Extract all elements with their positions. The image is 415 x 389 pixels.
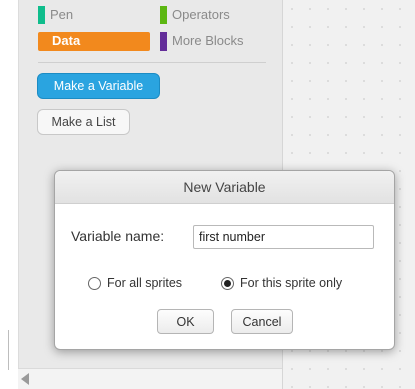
category-divider bbox=[38, 62, 266, 63]
left-gutter bbox=[0, 0, 18, 389]
category-data[interactable]: Data bbox=[38, 32, 150, 51]
cancel-button[interactable]: Cancel bbox=[231, 309, 293, 334]
horizontal-scrollbar[interactable] bbox=[18, 368, 282, 389]
variable-name-label: Variable name: bbox=[71, 228, 165, 244]
pen-swatch-icon bbox=[38, 6, 45, 24]
more-blocks-swatch-icon bbox=[160, 32, 167, 51]
category-pen[interactable]: Pen bbox=[38, 6, 138, 24]
make-variable-button[interactable]: Make a Variable bbox=[37, 73, 160, 99]
category-label: Data bbox=[52, 33, 81, 48]
category-label: Operators bbox=[172, 7, 230, 22]
radio-for-all-sprites-label: For all sprites bbox=[107, 276, 183, 290]
radio-for-this-sprite-only[interactable]: For this sprite only bbox=[221, 274, 342, 292]
category-label: Pen bbox=[50, 7, 74, 22]
radio-for-this-sprite-only-label: For this sprite only bbox=[240, 276, 343, 290]
dialog-title: New Variable bbox=[55, 171, 394, 204]
radio-for-all-sprites[interactable]: For all sprites bbox=[88, 274, 182, 292]
radio-unchecked-icon[interactable] bbox=[88, 276, 101, 290]
scroll-left-arrow-icon[interactable] bbox=[21, 373, 29, 385]
category-label: More Blocks bbox=[172, 33, 244, 48]
variable-name-input[interactable] bbox=[193, 225, 374, 249]
divider-line bbox=[8, 330, 9, 370]
new-variable-dialog: New Variable Variable name: For all spri… bbox=[54, 170, 395, 350]
ok-button[interactable]: OK bbox=[157, 309, 214, 334]
make-list-button[interactable]: Make a List bbox=[37, 109, 130, 135]
category-more-blocks[interactable]: More Blocks bbox=[160, 32, 270, 51]
radio-checked-icon[interactable] bbox=[221, 276, 234, 290]
operators-swatch-icon bbox=[160, 6, 167, 24]
category-operators[interactable]: Operators bbox=[160, 6, 270, 24]
